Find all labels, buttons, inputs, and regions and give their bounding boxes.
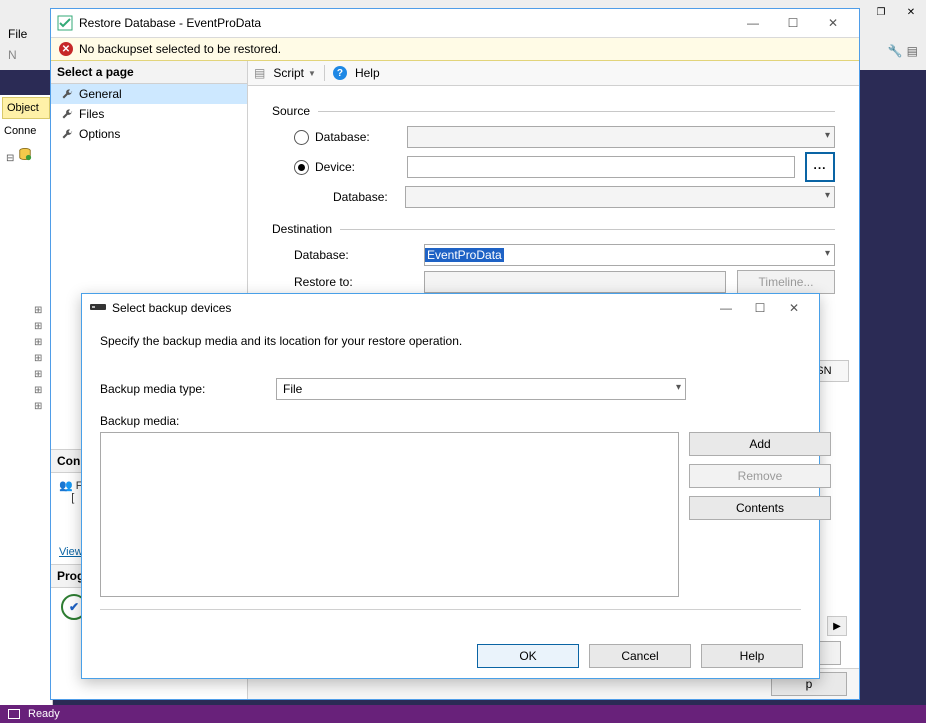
minimize-button[interactable]: — [733, 10, 773, 36]
wrench-icon [61, 88, 73, 100]
connect-tab[interactable]: Conne [0, 121, 52, 141]
modal-minimize-button[interactable]: — [709, 296, 743, 320]
chevron-down-icon: ▾ [825, 130, 830, 141]
menu-file[interactable]: File [8, 27, 27, 41]
restore-to-input [424, 271, 726, 293]
source-inner-db-combo[interactable]: ▾ [405, 186, 835, 208]
source-database-combo: ▾ [407, 126, 835, 148]
select-page-header: Select a page [51, 61, 247, 84]
source-database-label: Database: [315, 130, 407, 144]
destination-group: Destination [272, 222, 835, 236]
chevron-down-icon: ▾ [825, 190, 830, 201]
tree-expand-icon[interactable]: ⊞ [34, 401, 42, 412]
source-inner-db-label: Database: [333, 190, 405, 204]
destination-legend: Destination [272, 222, 332, 236]
tree-expand-icon[interactable]: ⊞ [34, 385, 42, 396]
tree-expand-icon[interactable]: ⊞ [34, 321, 42, 332]
modal-close-button[interactable]: ✕ [777, 296, 811, 320]
page-general[interactable]: General [51, 84, 247, 104]
contents-button[interactable]: Contents [689, 496, 831, 520]
object-explorer-panel: Object Conne ⊟ ⊞ ⊞ ⊞ ⊞ ⊞ ⊞ ⊞ [0, 95, 53, 705]
host-restore-icon[interactable]: ❐ [866, 1, 896, 23]
page-options-label: Options [79, 127, 120, 141]
destination-database-label: Database: [294, 248, 424, 262]
media-type-value: File [277, 382, 308, 396]
destination-database-value: EventProData [425, 248, 504, 262]
backup-media-label: Backup media: [100, 414, 801, 428]
add-button[interactable]: Add [689, 432, 831, 456]
maximize-button[interactable]: ☐ [773, 10, 813, 36]
device-icon [90, 301, 106, 316]
tree-expand-icon[interactable]: ⊞ [34, 337, 42, 348]
media-type-combo[interactable]: File ▾ [276, 378, 686, 400]
script-button[interactable]: Script [273, 66, 304, 80]
host-close-icon[interactable]: ✕ [896, 1, 926, 23]
chevron-down-icon: ▾ [825, 248, 830, 259]
remove-button[interactable]: Remove [689, 464, 831, 488]
destination-database-combo[interactable]: EventProData ▾ [424, 244, 835, 266]
ok-button[interactable]: OK [477, 644, 579, 668]
restore-title: Restore Database - EventProData [79, 16, 261, 30]
browse-device-button[interactable]: ... [805, 152, 835, 182]
wrench-icon[interactable]: 🔧 [888, 44, 903, 58]
radio-source-device[interactable] [294, 160, 309, 175]
page-options[interactable]: Options [51, 124, 247, 144]
status-bar: Ready [0, 705, 926, 723]
status-indicator-icon [8, 709, 20, 719]
tree-collapse-icon[interactable]: ⊟ [6, 153, 14, 164]
wrench-icon [61, 128, 73, 140]
modal-help-button[interactable]: Help [701, 644, 803, 668]
object-explorer-tab[interactable]: Object [2, 97, 50, 119]
tree-expand-icon[interactable]: ⊞ [34, 305, 42, 316]
source-device-input[interactable] [407, 156, 795, 178]
toolbar-overflow-icon[interactable]: ▤ [907, 44, 918, 58]
script-icon: ▤ [254, 66, 265, 80]
modal-title: Select backup devices [112, 301, 231, 315]
modal-maximize-button[interactable]: ☐ [743, 296, 777, 320]
timeline-button[interactable]: Timeline... [737, 270, 835, 294]
select-backup-devices-dialog: Select backup devices — ☐ ✕ Specify the … [81, 293, 820, 679]
cancel-button[interactable]: Cancel [589, 644, 691, 668]
database-icon [18, 147, 32, 161]
content-toolbar: ▤ Script ▼ ? Help [248, 61, 859, 86]
page-general-label: General [79, 87, 122, 101]
wrench-icon [61, 108, 73, 120]
page-files-label: Files [79, 107, 104, 121]
grid-scroll-right-icon[interactable]: ▶ [827, 616, 847, 636]
source-device-label: Device: [315, 160, 407, 174]
modal-instruction: Specify the backup media and its locatio… [100, 334, 801, 348]
media-type-label: Backup media type: [100, 382, 264, 396]
error-icon: ✕ [59, 42, 73, 56]
warning-banner: ✕ No backupset selected to be restored. [51, 38, 859, 61]
warning-text: No backupset selected to be restored. [79, 42, 281, 56]
script-dropdown-icon[interactable]: ▼ [308, 69, 316, 78]
modal-titlebar[interactable]: Select backup devices — ☐ ✕ [82, 294, 819, 322]
restore-to-label: Restore to: [294, 275, 424, 289]
view-connection-link[interactable]: View [59, 546, 83, 558]
restore-app-icon [57, 15, 73, 31]
restore-titlebar[interactable]: Restore Database - EventProData — ☐ ✕ [51, 9, 859, 38]
close-button[interactable]: ✕ [813, 10, 853, 36]
modal-footer: OK Cancel Help [82, 634, 819, 678]
source-legend: Source [272, 104, 310, 118]
help-icon: ? [333, 66, 347, 80]
status-text: Ready [28, 708, 60, 720]
tree-expand-icon[interactable]: ⊞ [34, 353, 42, 364]
backup-media-list[interactable] [100, 432, 679, 597]
page-files[interactable]: Files [51, 104, 247, 124]
chevron-down-icon: ▾ [676, 382, 681, 393]
radio-source-database[interactable] [294, 130, 309, 145]
help-button[interactable]: Help [355, 66, 380, 80]
tree-expand-icon[interactable]: ⊞ [34, 369, 42, 380]
source-group: Source [272, 104, 835, 118]
